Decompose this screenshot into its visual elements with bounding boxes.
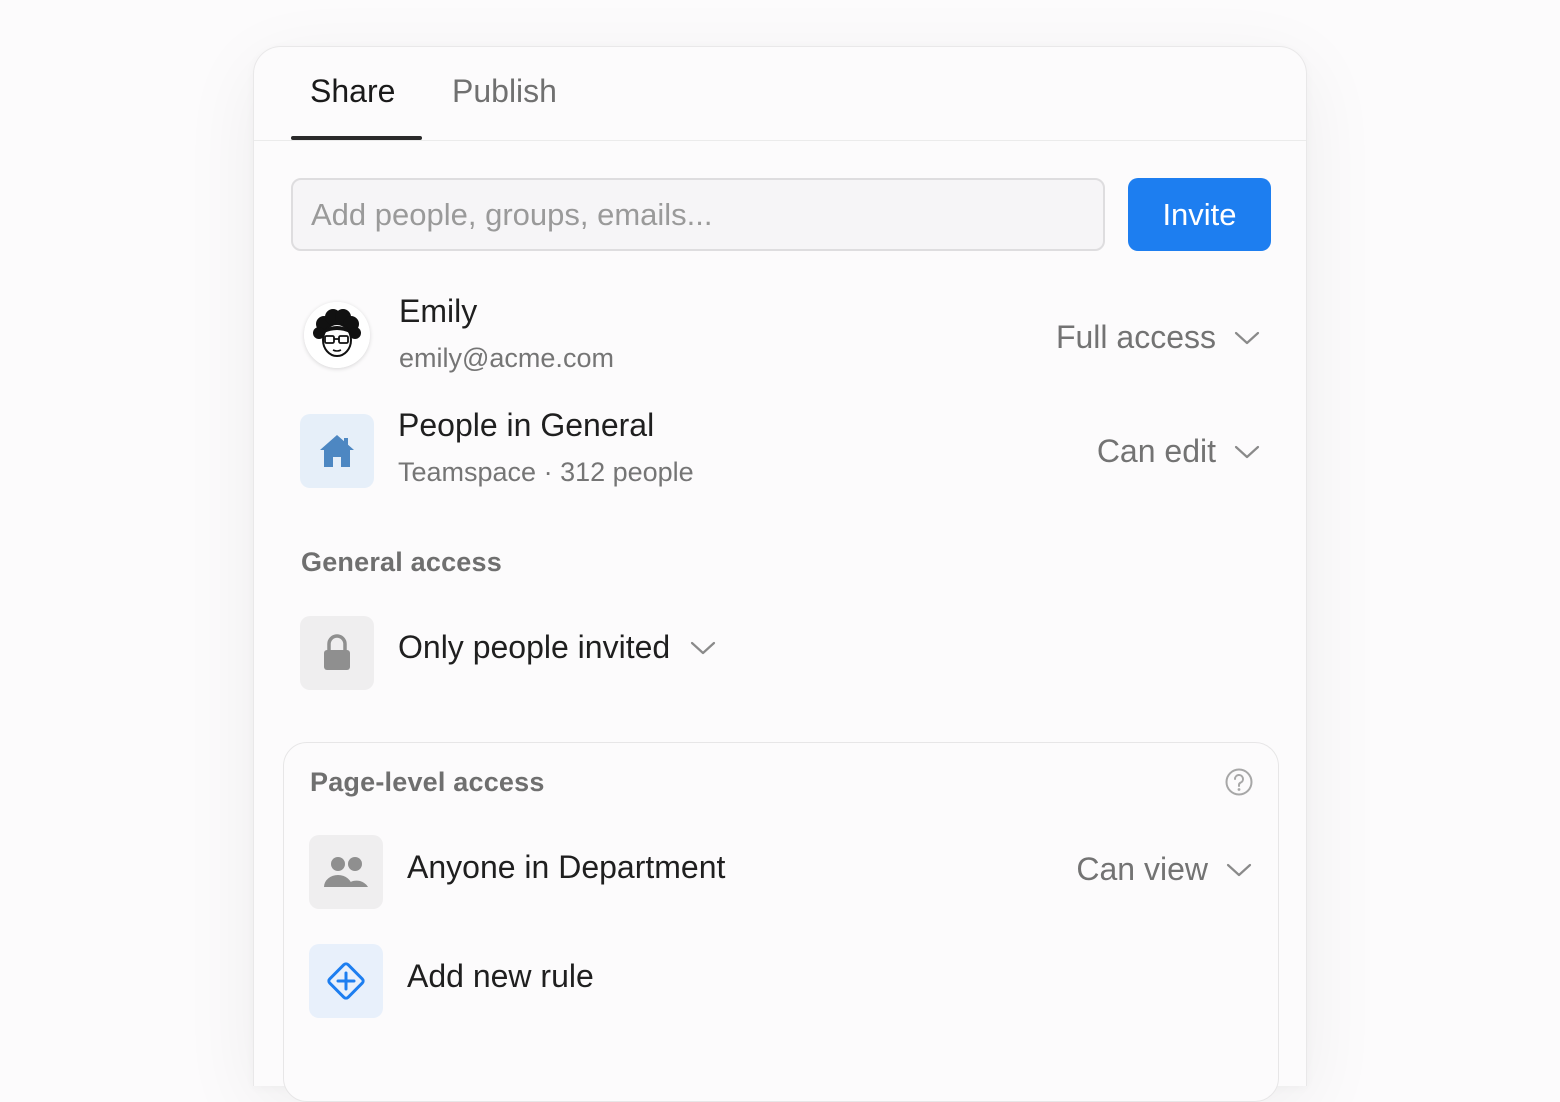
avatar	[304, 302, 370, 368]
general-access-heading: General access	[301, 547, 502, 577]
help-icon[interactable]	[1224, 767, 1254, 797]
share-panel: Share Publish Invite	[253, 46, 1307, 1102]
lock-icon-box	[300, 616, 374, 690]
permission-label: Can edit	[1096, 433, 1216, 469]
home-icon	[320, 435, 354, 467]
member-subtitle: Teamspace · 312 people	[398, 457, 694, 487]
rule-permission-dropdown[interactable]: Can view	[1076, 851, 1252, 888]
member-email: emily@acme.com	[399, 343, 614, 373]
tab-publish[interactable]: Publish	[452, 73, 557, 110]
permission-label: Can view	[1076, 851, 1208, 887]
permission-dropdown-general[interactable]: Can edit	[1097, 433, 1260, 470]
page-rule-row: Anyone in Department Can view	[284, 835, 1278, 911]
add-new-rule-button[interactable]: Add new rule	[284, 944, 1278, 1020]
chevron-down-icon	[1226, 863, 1252, 876]
tab-bar: Share Publish	[254, 47, 1306, 141]
teamspace-icon-box	[300, 414, 374, 488]
chevron-down-icon	[1234, 331, 1260, 344]
add-rule-icon-box	[309, 944, 383, 1018]
chevron-down-icon	[691, 641, 716, 654]
invite-search-input[interactable]	[291, 178, 1105, 251]
tab-share[interactable]: Share	[310, 73, 395, 110]
member-name: Emily	[399, 293, 478, 329]
page-level-access-section: Page-level access Anyone in Department C…	[283, 742, 1279, 1102]
permission-label: Full access	[1055, 319, 1216, 355]
add-rule-label: Add new rule	[407, 958, 594, 994]
diamond-plus-icon	[327, 962, 365, 1000]
member-row-emily: Emily emily@acme.com Full access	[254, 293, 1306, 383]
member-name: People in General	[398, 407, 655, 443]
general-access-dropdown[interactable]: Only people invited	[398, 629, 716, 666]
active-tab-indicator	[291, 136, 422, 140]
page-level-access-heading: Page-level access	[310, 767, 545, 797]
group-icon	[324, 857, 368, 887]
general-access-row: Only people invited	[254, 615, 1306, 691]
group-icon-box	[309, 835, 383, 909]
lock-icon	[324, 634, 350, 670]
rule-label: Anyone in Department	[407, 849, 726, 885]
member-row-general: People in General Teamspace · 312 people…	[254, 407, 1306, 497]
general-access-value: Only people invited	[398, 629, 671, 665]
invite-button[interactable]: Invite	[1128, 178, 1271, 251]
permission-dropdown-emily[interactable]: Full access	[1056, 319, 1260, 356]
chevron-down-icon	[1234, 445, 1260, 458]
